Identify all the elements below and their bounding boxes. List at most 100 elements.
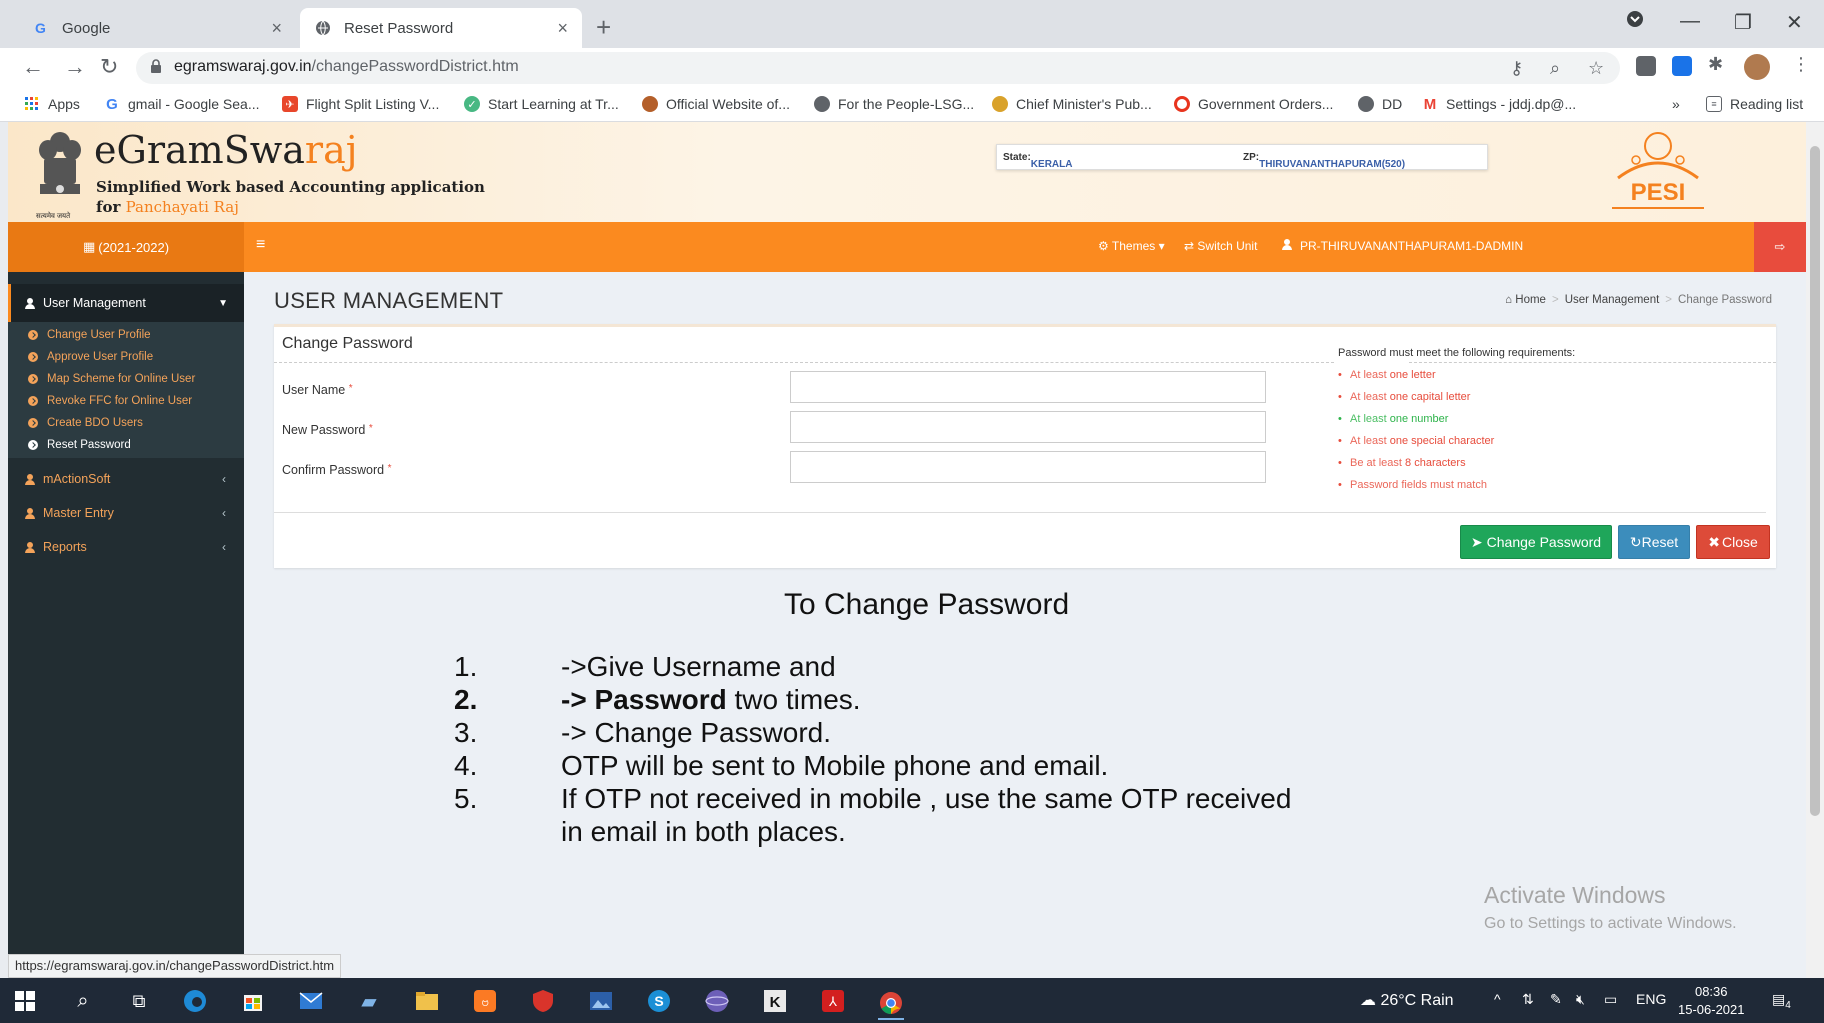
user-icon xyxy=(1282,239,1292,250)
bookmark-learning[interactable]: ✓ Start Learning at Tr... xyxy=(464,96,619,112)
bookmark-flight[interactable]: ✈ Flight Split Listing V... xyxy=(282,96,439,112)
svg-text:⅄: ⅄ xyxy=(828,994,837,1009)
bookmark-apps[interactable]: Apps xyxy=(24,96,80,112)
sidebar-item-user-management[interactable]: User Management ▼ xyxy=(8,284,244,322)
site-subtitle: Simplified Work based Accounting applica… xyxy=(96,178,485,196)
more-menu-icon[interactable]: ⋮ xyxy=(1792,54,1810,75)
reset-button[interactable]: ↻ Reset xyxy=(1618,525,1690,559)
bookmark-gmail-search[interactable]: G gmail - Google Sea... xyxy=(104,95,259,113)
zoom-icon[interactable]: ⌕ xyxy=(1550,58,1560,79)
reading-list-button[interactable]: ≡ Reading list xyxy=(1706,96,1803,112)
home-icon: ⌂ xyxy=(1505,294,1513,306)
close-button[interactable]: ✖ Close xyxy=(1696,525,1770,559)
pen-icon[interactable]: ✎ xyxy=(1550,991,1562,1008)
notes-app-icon[interactable]: ▰ xyxy=(356,988,382,1014)
volume-muted-icon[interactable]: 🔇︎ xyxy=(1576,991,1585,1008)
forward-icon[interactable]: → xyxy=(64,54,86,80)
change-password-button[interactable]: ➤ Change Password xyxy=(1460,525,1612,559)
drive-extension-icon[interactable] xyxy=(1672,56,1692,76)
kite-app-icon[interactable]: K xyxy=(762,988,788,1014)
puzzle-extensions-icon[interactable]: ✱ xyxy=(1708,54,1723,75)
pesi-logo-text: PESI xyxy=(1631,179,1686,206)
minimize-icon[interactable]: — xyxy=(1680,10,1700,33)
logout-button[interactable]: ⇨ xyxy=(1754,222,1806,272)
shield-app-icon[interactable] xyxy=(530,988,556,1014)
switch-unit-button[interactable]: ⇄ Switch Unit xyxy=(1184,239,1257,253)
globe-app-icon[interactable] xyxy=(704,988,730,1014)
tab-google[interactable]: G Google × xyxy=(18,8,296,48)
store-icon[interactable] xyxy=(240,988,266,1014)
search-icon[interactable]: ⌕ xyxy=(70,988,96,1014)
bookmark-star-icon[interactable]: ☆ xyxy=(1588,58,1604,79)
tab-reset-password[interactable]: Reset Password × xyxy=(300,8,582,48)
financial-year-selector[interactable]: ▦ (2021-2022) xyxy=(8,222,244,272)
svg-text:G: G xyxy=(35,20,46,36)
breadcrumb-user-management[interactable]: User Management xyxy=(1565,294,1660,306)
page-scrollbar[interactable] xyxy=(1806,122,1824,978)
task-view-icon[interactable]: ⧉ xyxy=(126,988,152,1014)
bookmark-official-website[interactable]: Official Website of... xyxy=(642,96,790,112)
sidebar-item-master-entry[interactable]: Master Entry ‹ xyxy=(8,494,244,532)
restore-icon[interactable]: ❐ xyxy=(1734,10,1752,35)
profile-dropdown-icon[interactable] xyxy=(1626,10,1644,34)
notification-center-icon[interactable]: ▤4 xyxy=(1772,991,1791,1011)
new-tab-icon[interactable]: + xyxy=(596,12,611,43)
close-tab-icon[interactable]: × xyxy=(557,18,568,39)
sidebar-item-reports[interactable]: Reports ‹ xyxy=(8,528,244,566)
site-subtitle-2: for Panchayati Raj xyxy=(96,198,239,216)
file-explorer-icon[interactable] xyxy=(414,988,440,1014)
back-icon[interactable]: ← xyxy=(22,54,44,80)
scrollbar-thumb[interactable] xyxy=(1810,146,1820,816)
mail-icon[interactable] xyxy=(298,988,324,1014)
bookmark-chief-minister[interactable]: Chief Minister's Pub... xyxy=(992,96,1152,112)
bookmarks-overflow-icon[interactable]: » xyxy=(1672,96,1680,112)
battery-icon[interactable]: ▭ xyxy=(1604,991,1617,1008)
sidebar-item-reset-password[interactable]: Reset Password xyxy=(8,432,244,458)
windows-start-icon[interactable] xyxy=(12,988,38,1014)
themes-dropdown[interactable]: ⚙ Themes ▾ xyxy=(1098,239,1165,253)
svg-text:ဗ: ဗ xyxy=(481,994,488,1009)
skype-icon[interactable]: S xyxy=(646,988,672,1014)
reload-icon[interactable]: ↻ xyxy=(100,54,118,80)
address-bar[interactable]: egramswaraj.gov.in/changePasswordDistric… xyxy=(136,52,1620,84)
chrome-icon[interactable] xyxy=(878,988,904,1020)
key-icon[interactable]: ⚷ xyxy=(1510,58,1523,79)
new-password-label: New Password * xyxy=(282,423,373,437)
chevron-up-icon[interactable]: ^ xyxy=(1494,991,1501,1007)
bookmark-government-orders[interactable]: Government Orders... xyxy=(1174,96,1333,112)
bookmark-for-the-people[interactable]: For the People-LSG... xyxy=(814,96,974,112)
extension-icon[interactable] xyxy=(1636,56,1656,76)
requirement-number: At least one number xyxy=(1338,413,1449,425)
photos-app-icon[interactable] xyxy=(588,988,614,1014)
acrobat-icon[interactable]: ⅄ xyxy=(820,988,846,1014)
sidebar-item-mactionsoft[interactable]: mActionSoft ‹ xyxy=(8,460,244,498)
activate-windows-watermark: Activate Windows Go to Settings to activ… xyxy=(1484,882,1737,932)
breadcrumb-home[interactable]: Home xyxy=(1515,294,1546,306)
user-name-input[interactable] xyxy=(790,371,1266,403)
close-window-icon[interactable]: ✕ xyxy=(1786,10,1803,35)
chevron-left-icon: ‹ xyxy=(222,540,226,554)
svg-text:S: S xyxy=(654,993,663,1009)
state-info: State: KERALA xyxy=(1003,152,1073,170)
flight-icon: ✈ xyxy=(282,96,298,112)
confirm-password-label: Confirm Password * xyxy=(282,463,392,477)
close-tab-icon[interactable]: × xyxy=(271,18,282,39)
confirm-password-input[interactable] xyxy=(790,451,1266,483)
user-account-menu[interactable]: PR-THIRUVANANTHAPURAM1-DADMIN xyxy=(1282,239,1523,253)
weather-widget[interactable]: ☁ 26°C Rain xyxy=(1360,990,1454,1010)
bookmark-dd[interactable]: DD xyxy=(1358,96,1402,112)
avatar[interactable] xyxy=(1744,54,1770,80)
edge-icon[interactable] xyxy=(182,988,208,1014)
windows-taskbar: ⌕ ⧉ ▰ ဗ S K ⅄ ☁ 26°C Rain ^ ⇅ ✎ 🔇︎ ▭ ENG… xyxy=(0,978,1824,1023)
clock[interactable]: 08:36 15-06-2021 xyxy=(1678,983,1745,1019)
new-password-input[interactable] xyxy=(790,411,1266,443)
requirement-letter: At least one letter xyxy=(1338,369,1436,381)
google-icon: G xyxy=(106,95,118,113)
network-alert-icon[interactable]: ⇅ xyxy=(1522,991,1534,1008)
bookmark-settings-gmail[interactable]: M Settings - jddj.dp@... xyxy=(1422,96,1576,113)
xampp-icon[interactable]: ဗ xyxy=(472,988,498,1014)
exchange-icon: ⇄ xyxy=(1184,239,1195,253)
sign-out-icon: ⇨ xyxy=(1774,239,1786,254)
language-indicator[interactable]: ENG xyxy=(1636,991,1666,1007)
hamburger-menu-icon[interactable]: ≡ xyxy=(256,236,265,254)
